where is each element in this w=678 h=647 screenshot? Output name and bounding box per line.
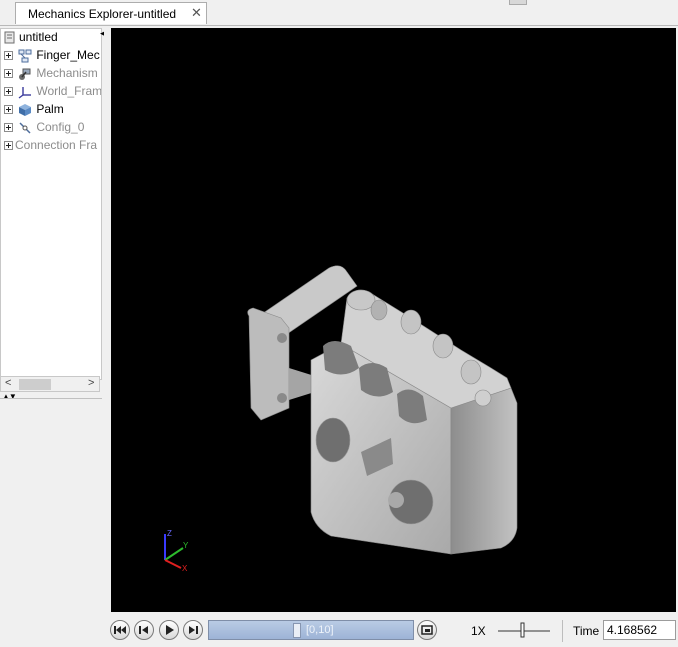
scroll-right-icon[interactable]: > xyxy=(88,377,94,389)
step-back-button[interactable] xyxy=(134,620,154,640)
frame-axes-icon xyxy=(18,86,32,99)
tree-item-label: World_Fram xyxy=(36,84,102,98)
scrollbar-thumb[interactable] xyxy=(19,379,51,390)
window-control[interactable] xyxy=(509,0,527,5)
config-icon xyxy=(19,122,31,134)
tree-item-label: Connection Fra xyxy=(15,138,98,152)
tree-item-label: Palm xyxy=(36,102,64,116)
mechanism-icon xyxy=(19,68,31,80)
close-icon[interactable]: ✕ xyxy=(191,5,202,21)
expand-icon[interactable] xyxy=(4,105,13,115)
loop-button[interactable] xyxy=(417,620,437,640)
tree-item-config[interactable]: Config_0 xyxy=(4,120,84,138)
step-forward-button[interactable] xyxy=(183,620,203,640)
expand-icon[interactable] xyxy=(4,69,13,79)
play-button[interactable] xyxy=(159,620,179,640)
timeline-range-label: [0,10] xyxy=(306,624,334,636)
time-field[interactable] xyxy=(603,620,676,640)
expand-icon[interactable] xyxy=(4,141,13,151)
tab-mechanics-explorer[interactable]: Mechanics Explorer-untitled ✕ xyxy=(15,2,207,24)
timeline-slider[interactable]: [0,10] xyxy=(208,620,414,640)
palm-model xyxy=(247,265,518,555)
timeline-thumb[interactable] xyxy=(293,623,301,638)
expand-icon[interactable] xyxy=(4,87,13,97)
tree-item-label: Finger_Mec xyxy=(36,48,100,62)
speed-label: 1X xyxy=(471,624,486,638)
tree-root-label: untitled xyxy=(19,30,58,44)
tab-title: Mechanics Explorer-untitled xyxy=(28,7,177,21)
time-label: Time xyxy=(573,624,600,638)
model-tree: untitled Finger_Mec Mechanism World_Fram… xyxy=(0,28,102,380)
tree-horizontal-scrollbar[interactable]: < > xyxy=(0,376,100,392)
triad-z-label: Z xyxy=(167,529,172,538)
axes-triad: Z Y X xyxy=(164,529,189,573)
tree-item-world-frame[interactable]: World_Fram xyxy=(4,84,102,102)
tree-root[interactable]: untitled xyxy=(3,30,58,48)
tree-item-connection-frames[interactable]: Connection Fra xyxy=(4,138,97,156)
loop-icon xyxy=(421,625,433,635)
solid-cube-icon xyxy=(19,103,32,116)
panel-divider xyxy=(0,398,102,399)
tree-item-label: Config_0 xyxy=(36,120,85,134)
triad-x-label: X xyxy=(182,564,188,573)
viewport-frame: Z Y X xyxy=(104,26,678,616)
tab-strip: Mechanics Explorer-untitled ✕ xyxy=(0,0,678,26)
block-diagram-icon xyxy=(18,49,32,63)
tree-item-mechanism[interactable]: Mechanism xyxy=(4,66,98,84)
play-icon xyxy=(166,625,174,635)
skip-to-start-button[interactable] xyxy=(110,620,130,640)
3d-viewport[interactable]: Z Y X xyxy=(111,28,676,612)
triad-y-label: Y xyxy=(183,541,189,550)
step-back-icon xyxy=(139,626,148,634)
tree-item-finger-mec[interactable]: Finger_Mec xyxy=(4,48,100,66)
skip-start-icon xyxy=(114,626,126,634)
playback-toolbar: [0,10] 1X Time xyxy=(104,616,678,647)
tree-item-label: Mechanism xyxy=(36,66,98,80)
tree-item-palm[interactable]: Palm xyxy=(4,102,64,120)
speed-slider-thumb xyxy=(520,622,525,638)
model-root-icon xyxy=(4,31,15,44)
speed-slider[interactable] xyxy=(496,620,552,640)
expand-icon[interactable] xyxy=(4,51,13,61)
step-forward-icon xyxy=(189,626,198,634)
scroll-left-icon[interactable]: < xyxy=(5,377,11,389)
expand-icon[interactable] xyxy=(4,123,13,133)
model-tree-panel: untitled Finger_Mec Mechanism World_Fram… xyxy=(0,26,107,647)
toolbar-separator xyxy=(562,620,563,642)
splitter-arrows-icon[interactable]: ▲▼ xyxy=(2,392,17,401)
